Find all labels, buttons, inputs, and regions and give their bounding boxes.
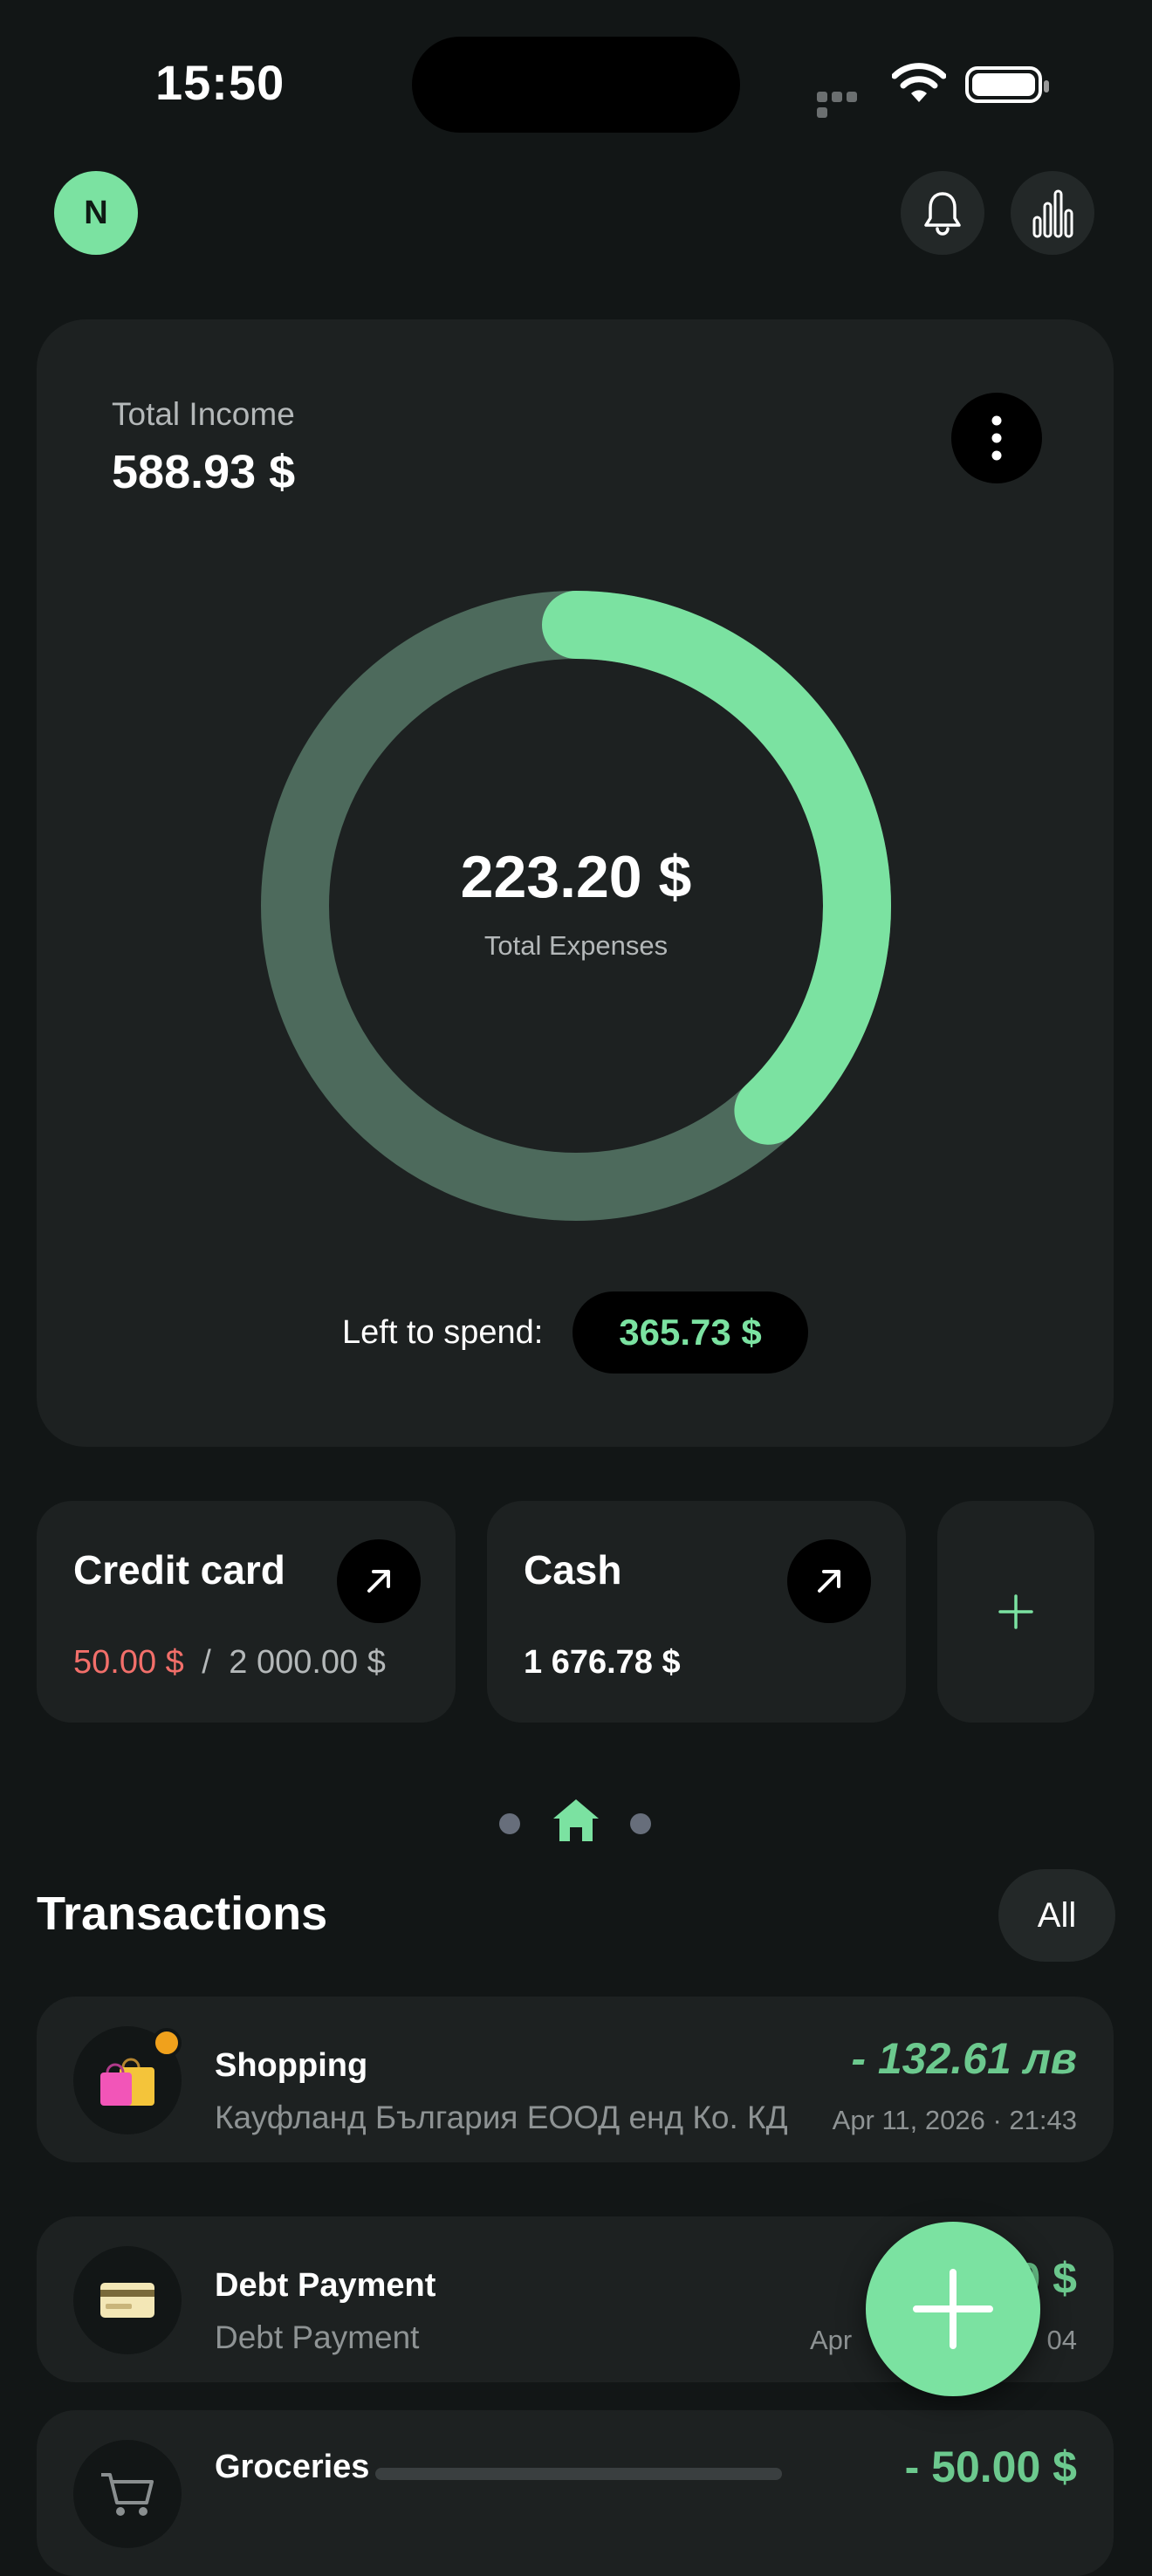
home-icon[interactable] <box>552 1798 600 1843</box>
account-title: Credit card <box>73 1547 285 1593</box>
transaction-date-tail: 04 <box>1046 2325 1077 2355</box>
shopping-cart-icon <box>101 2473 154 2516</box>
status-time: 15:50 <box>155 55 285 110</box>
statistics-button[interactable] <box>1011 171 1094 255</box>
plus-icon <box>998 1594 1033 1629</box>
transaction-name: Groceries <box>215 2449 370 2485</box>
credit-card-icon <box>100 2283 154 2318</box>
left-to-spend-label: Left to spend: <box>342 1314 544 1351</box>
transaction-icon <box>73 2440 182 2548</box>
bar-chart-icon <box>1032 189 1073 238</box>
open-account-button[interactable] <box>337 1539 421 1623</box>
credit-separator: / <box>202 1644 211 1681</box>
open-account-button[interactable] <box>787 1539 871 1623</box>
notification-dot <box>152 2028 182 2058</box>
arrow-up-right-icon <box>818 1570 840 1593</box>
scroll-indicator[interactable] <box>375 2468 782 2480</box>
wifi-icon <box>892 63 946 102</box>
account-title: Cash <box>524 1547 622 1593</box>
transaction-date: Apr <box>810 2325 853 2355</box>
account-card-cash[interactable]: Cash 1 676.78 $ <box>487 1501 906 1723</box>
transaction-icon <box>73 2026 182 2134</box>
cellular-signal-icon <box>817 91 874 118</box>
credit-used: 50.00 $ <box>73 1644 184 1681</box>
page-dot[interactable] <box>499 1813 520 1834</box>
left-to-spend-value: 365.73 $ <box>573 1291 808 1374</box>
add-account-button[interactable] <box>937 1501 1094 1723</box>
add-transaction-button[interactable] <box>866 2222 1040 2396</box>
transaction-row[interactable]: Groceries - 50.00 $ <box>37 2410 1114 2576</box>
notifications-button[interactable] <box>901 171 984 255</box>
vertical-dots-icon <box>991 415 1002 461</box>
more-options-button[interactable] <box>951 393 1042 483</box>
transaction-description: Debt Payment <box>215 2319 420 2355</box>
expenses-label: Total Expenses <box>483 930 669 961</box>
transactions-title: Transactions <box>37 1887 328 1940</box>
expenses-value: 223.20 $ <box>460 844 692 910</box>
page-dot[interactable] <box>630 1813 651 1834</box>
dynamic-island <box>412 37 740 133</box>
income-label: Total Income <box>112 396 295 432</box>
arrow-up-right-icon <box>367 1570 390 1593</box>
account-card-credit[interactable]: Credit card 50.00 $ / 2 000.00 $ <box>37 1501 456 1723</box>
transaction-row[interactable]: Shopping Кауфланд България ЕООД енд Ко. … <box>37 1997 1114 2162</box>
shopping-bags-icon <box>100 2058 154 2106</box>
plus-icon <box>913 2269 993 2349</box>
credit-limit: 2 000.00 $ <box>229 1644 386 1681</box>
transaction-name: Shopping <box>215 2047 368 2084</box>
avatar[interactable]: N <box>54 171 138 255</box>
transaction-date: Apr 11, 2026 · 21:43 <box>832 2105 1077 2135</box>
bell-icon <box>924 192 961 236</box>
cash-balance: 1 676.78 $ <box>524 1644 681 1681</box>
battery-icon <box>965 66 1049 103</box>
transaction-description: Кауфланд България ЕООД енд Ко. КД <box>215 2100 788 2135</box>
transaction-amount: - 132.61 лв <box>851 2034 1077 2083</box>
all-transactions-button[interactable]: All <box>998 1869 1115 1962</box>
transaction-icon <box>73 2246 182 2354</box>
transaction-amount: - 50.00 $ <box>904 2442 1077 2491</box>
transaction-name: Debt Payment <box>215 2267 436 2304</box>
income-value: 588.93 $ <box>112 446 296 498</box>
